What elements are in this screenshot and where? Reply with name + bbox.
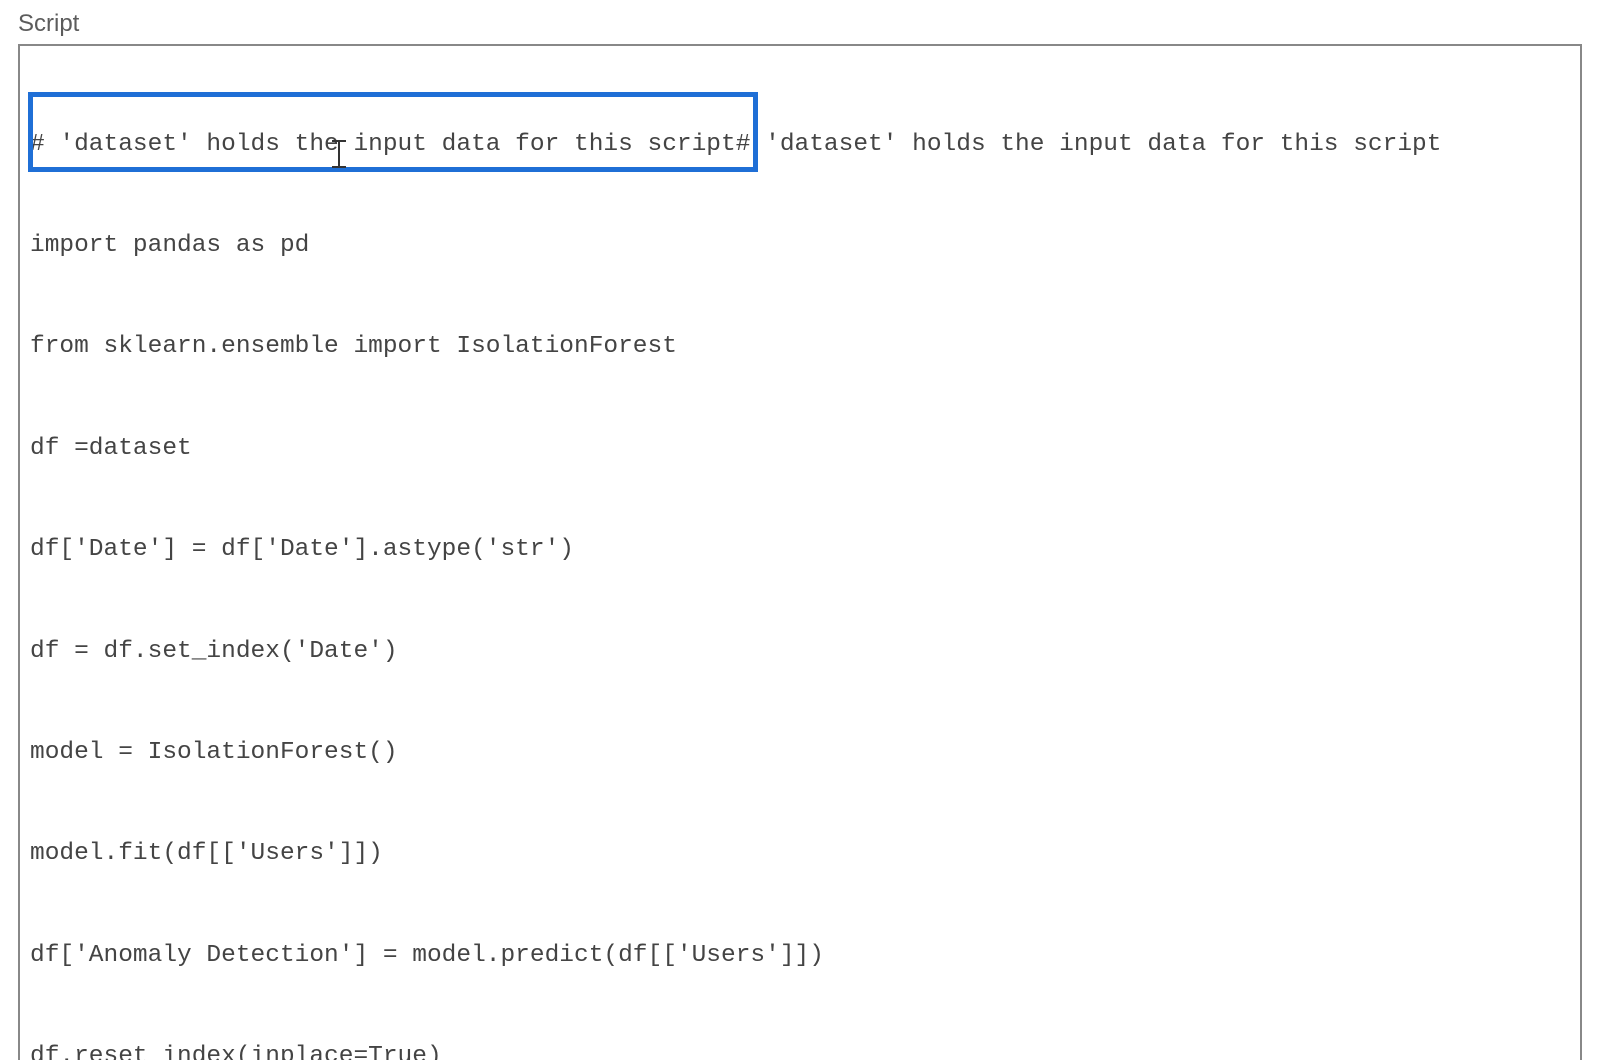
code-line: df['Anomaly Detection'] = model.predict(… [30, 939, 1570, 973]
code-line: df = df.set_index('Date') [30, 635, 1570, 669]
code-line: df['Date'] = df['Date'].astype('str') [30, 533, 1570, 567]
code-line: df =dataset [30, 432, 1570, 466]
code-line: # 'dataset' holds the input data for thi… [30, 128, 1570, 162]
code-line: model = IsolationForest() [30, 736, 1570, 770]
code-line: import pandas as pd [30, 229, 1570, 263]
code-line: from sklearn.ensemble import IsolationFo… [30, 330, 1570, 364]
code-line: model.fit(df[['Users']]) [30, 837, 1570, 871]
script-panel-label: Script [18, 10, 1582, 38]
script-editor[interactable]: # 'dataset' holds the input data for thi… [20, 46, 1580, 1060]
script-editor-container: # 'dataset' holds the input data for thi… [18, 44, 1582, 1060]
code-line: df.reset_index(inplace=True) [30, 1040, 1570, 1060]
